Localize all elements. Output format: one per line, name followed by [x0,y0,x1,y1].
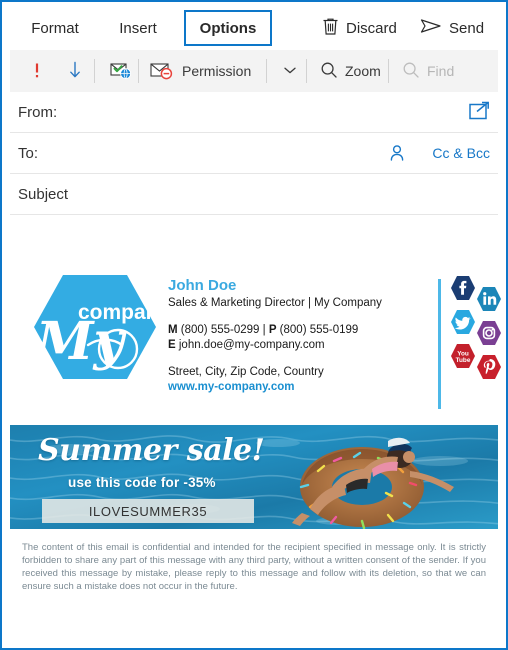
phone-office-number: (800) 555-0199 [276,324,359,336]
company-logo: company My [32,273,171,381]
discard-label: Discard [346,19,397,37]
find-label: Find [427,63,455,79]
trash-icon [322,17,339,40]
down-arrow-icon [68,60,82,83]
svg-text:Tube: Tube [456,357,471,364]
signature-website-link[interactable]: www.my-company.com [168,380,428,395]
phone-mobile-number: (800) 555-0299 | [177,324,269,336]
magnifier-icon [320,61,338,82]
signature-role: Sales & Marketing Director | My Company [168,297,382,309]
delivery-receipt-button[interactable] [110,50,132,92]
find-button[interactable]: Find [402,50,454,92]
tab-format-label: Format [31,19,79,37]
promo-banner[interactable]: Summer sale! use this code for -35% ILOV… [10,425,498,529]
youtube-icon[interactable]: You Tube [450,343,476,369]
tab-options-label: Options [199,19,257,37]
chevron-down-icon [282,63,298,79]
zoom-button[interactable]: Zoom [320,50,381,92]
tab-insert-label: Insert [119,19,157,37]
to-label: To: [18,144,39,162]
subject-label: Subject [18,185,69,203]
signature-details: John Doe Sales & Marketing Director | My… [168,277,428,395]
permission-dropdown-button[interactable] [282,50,298,92]
from-label: From: [18,103,58,121]
ribbon-divider-5 [388,59,389,83]
banner-title: Summer sale! [38,433,265,468]
twitter-icon[interactable] [450,309,476,335]
signature-spacer-2 [168,353,428,365]
options-ribbon: Permission Zoom Find [10,50,498,92]
phone-mobile-prefix: M [168,324,178,336]
promo-code-box[interactable]: ILOVESUMMER35 [42,499,254,523]
email-address[interactable]: john.doe@my-company.com [176,339,325,351]
tab-options[interactable]: Options [184,10,272,46]
permission-label: Permission [182,63,252,79]
signature-address: Street, City, Zip Code, Country [168,366,324,378]
subject-row[interactable]: Subject [10,174,498,215]
signature-divider [438,279,441,409]
linkedin-icon[interactable] [476,286,502,312]
email-signature: company My John Doe Sales & Marketing Di… [10,269,501,419]
pop-out-icon[interactable] [468,100,492,127]
to-row[interactable]: To: Cc & Bcc [10,133,498,174]
signature-email-line: E john.doe@my-company.com [168,338,428,353]
header-fields: From: To: Cc & Bcc Subject [10,92,498,215]
facebook-icon[interactable] [450,275,476,301]
signature-phones: M (800) 555-0299 | P (800) 555-0199 [168,323,428,338]
from-row[interactable]: From: [10,92,498,133]
exclamation-icon [32,60,42,83]
send-label: Send [449,19,485,37]
email-prefix: E [168,339,176,351]
zoom-label: Zoom [345,63,381,79]
ribbon-divider-2 [138,59,139,83]
magnifier-icon [402,61,420,82]
instagram-icon[interactable] [476,320,502,346]
discard-button[interactable]: Discard [322,12,397,44]
send-icon [420,18,442,38]
tab-insert[interactable]: Insert [106,10,170,46]
tab-format[interactable]: Format [18,10,92,46]
signature-spacer-1 [168,311,428,323]
ribbon-divider-3 [266,59,267,83]
banner-text-block: Summer sale! use this code for -35% ILOV… [10,425,280,529]
low-importance-button[interactable] [68,50,82,92]
person-icon[interactable] [388,144,406,167]
tab-bar: Format Insert Options Discard Send [2,2,506,50]
email-body[interactable]: company My John Doe Sales & Marketing Di… [10,269,501,593]
signature-name: John Doe [168,277,237,294]
high-importance-button[interactable] [32,50,42,92]
ribbon-divider-4 [306,59,307,83]
ribbon-divider-1 [94,59,95,83]
social-links: You Tube [450,275,508,380]
cc-bcc-button[interactable]: Cc & Bcc [432,145,490,161]
pinterest-icon[interactable] [476,354,502,380]
envelope-block-icon [150,60,174,83]
send-button[interactable]: Send [420,12,484,44]
compose-email-window: Format Insert Options Discard Send Permi… [0,0,508,650]
legal-disclaimer: The content of this email is confidentia… [22,542,486,592]
permission-button[interactable]: Permission [150,50,251,92]
banner-subtitle: use this code for -35% [68,475,216,490]
delivery-receipt-icon [110,60,132,83]
